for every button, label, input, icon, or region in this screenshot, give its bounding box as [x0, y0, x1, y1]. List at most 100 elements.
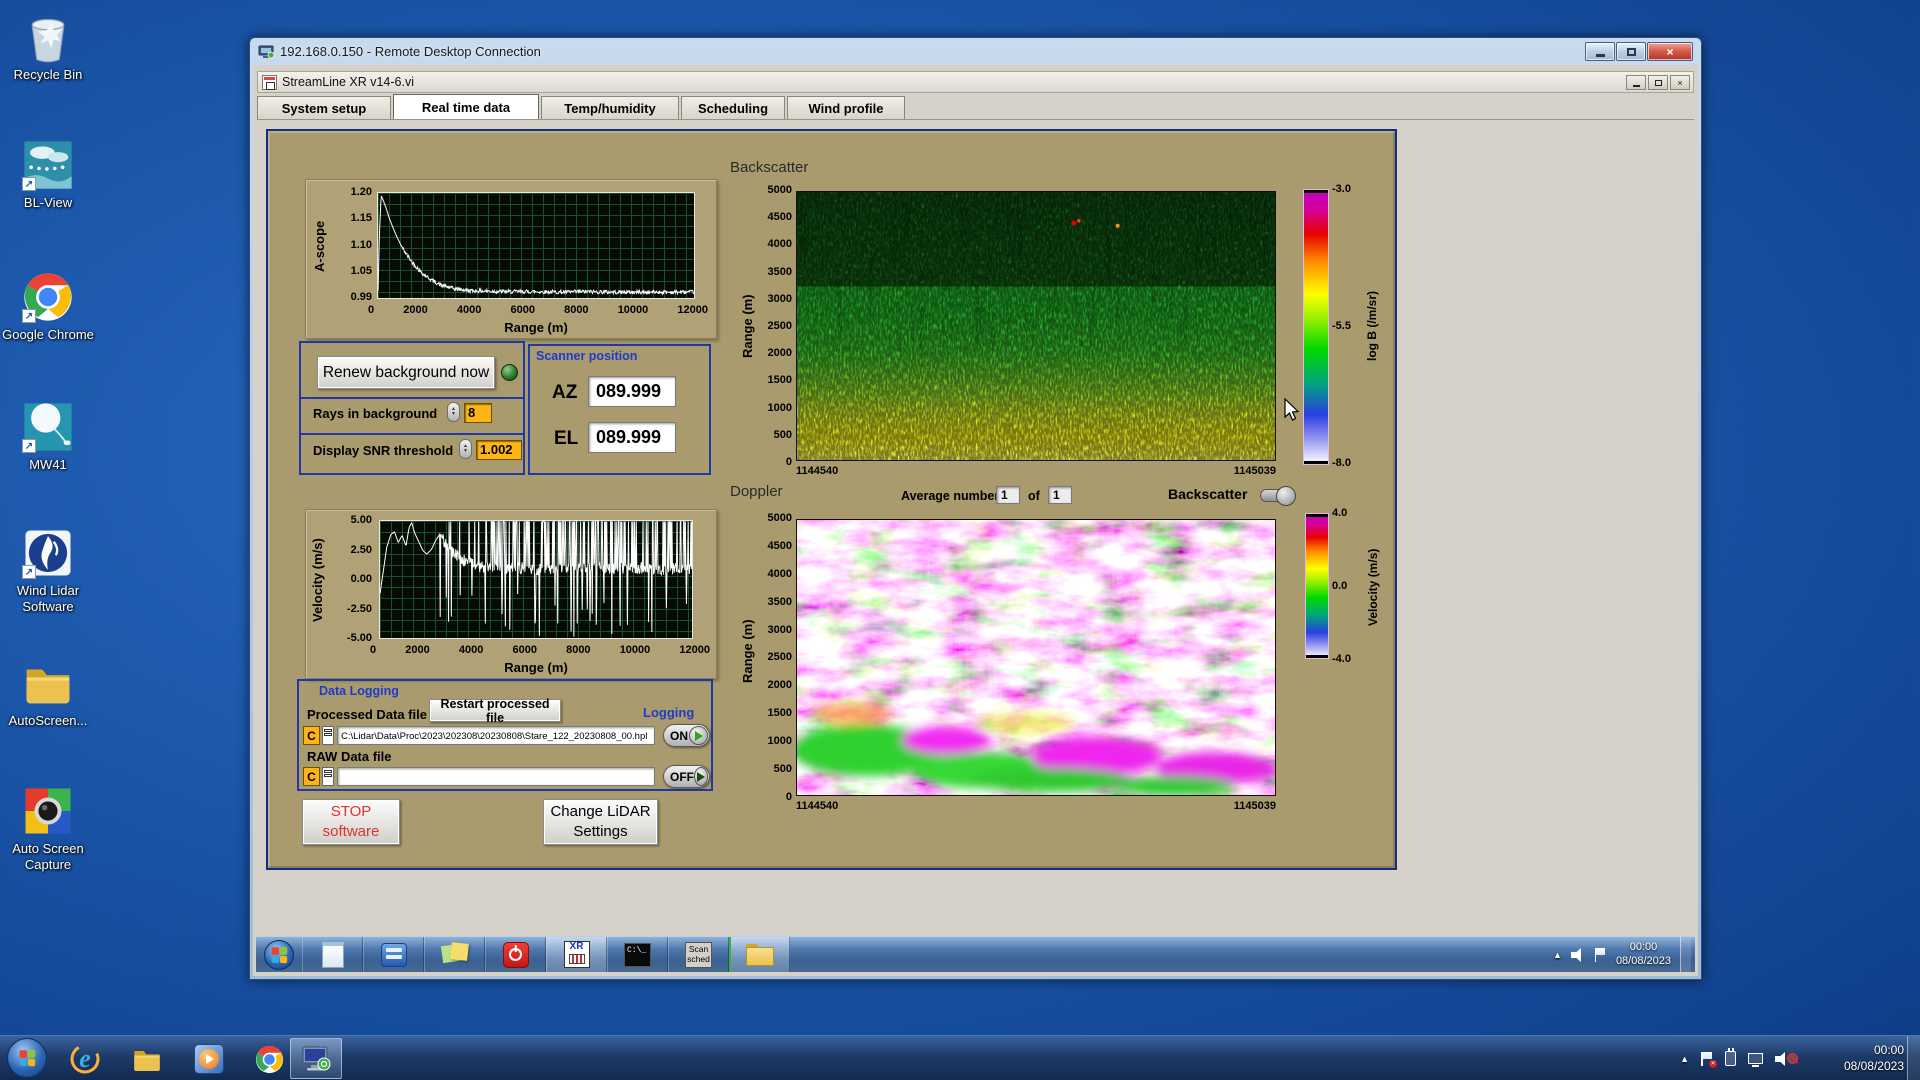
tab-scheduling[interactable]: Scheduling [681, 96, 785, 119]
rdc-maximize-button[interactable] [1616, 42, 1646, 61]
taskbar-item-chrome[interactable] [252, 1042, 286, 1076]
backscatter-section-title: Backscatter [730, 159, 809, 176]
network-icon[interactable] [1748, 1053, 1763, 1067]
tick-label: -8.0 [1332, 457, 1351, 469]
host-show-desktop-button[interactable] [1907, 1036, 1920, 1080]
action-center-flag-icon[interactable]: ✕ [1701, 1051, 1717, 1068]
raw-drive-box[interactable]: C [303, 767, 320, 786]
desktop-icon-wind-lidar[interactable]: ↗ Wind Lidar Software [0, 526, 96, 614]
desktop-icon-bl-view[interactable]: ↗ BL-View [0, 138, 96, 211]
desktop-icon-google-chrome[interactable]: ↗ Google Chrome [0, 270, 96, 343]
processed-logging-on-switch[interactable]: ON [663, 724, 710, 747]
desktop-icon-autoscreen-folder[interactable]: AutoScreen... [0, 656, 96, 729]
taskbar-item-file-explorer[interactable] [130, 1042, 164, 1076]
tick-label: 4000 [767, 238, 792, 251]
rays-spinner[interactable]: ▲ ▼ [447, 402, 460, 422]
doppler-colorbar[interactable] [1305, 513, 1329, 659]
taskbar-item-media-player[interactable] [192, 1042, 226, 1076]
app-minimize-button[interactable] [1626, 75, 1646, 90]
az-label: AZ [552, 382, 578, 403]
desktop-icon-auto-screen-capture[interactable]: Auto Screen Capture [0, 784, 96, 872]
tray-expand-icon[interactable]: ▲ [1680, 1054, 1689, 1064]
browse-file-icon[interactable] [322, 767, 334, 786]
doppler-heatmap[interactable] [796, 519, 1276, 796]
host-clock[interactable]: 00:00 08/08/2023 [1844, 1042, 1904, 1074]
taskbar-item-sticky-notes[interactable] [424, 937, 485, 972]
backscatter-toggle[interactable] [1260, 486, 1296, 506]
battery-icon[interactable] [1725, 1048, 1736, 1066]
tab-system-setup[interactable]: System setup [257, 96, 391, 119]
az-value-field[interactable]: 089.999 [588, 376, 676, 407]
rdc-minimize-button[interactable] [1585, 42, 1615, 61]
desktop-icon-mw41[interactable]: ↗ MW41 [0, 400, 96, 473]
tab-temp-humidity[interactable]: Temp/humidity [541, 96, 679, 119]
velocity-y-ticks: 5.00 2.50 0.00 -2.50 -5.00 [330, 514, 372, 644]
a-scope-x-axis-title: Range (m) [504, 320, 568, 335]
background-led-indicator [501, 364, 518, 381]
backscatter-colorbar[interactable] [1303, 189, 1329, 465]
processed-path-field[interactable]: C:\Lidar\Data\Proc\2023\202308\20230808\… [337, 726, 655, 745]
show-desktop-button[interactable] [1680, 937, 1691, 972]
switch-knob [689, 726, 708, 745]
browse-file-icon[interactable] [322, 726, 334, 745]
stop-software-button[interactable]: STOP software [302, 799, 400, 845]
tick-label: 4000 [456, 304, 482, 316]
snr-value-field[interactable]: 1.002 [476, 440, 522, 460]
system-config-icon [380, 942, 407, 967]
taskbar-item-remote-desktop-active[interactable] [290, 1038, 342, 1079]
taskbar-item-scan-scheduler[interactable]: Scan sched [668, 937, 729, 972]
clock-date: 08/08/2023 [1615, 954, 1671, 967]
chrome-icon [255, 1045, 283, 1073]
host-start-button[interactable] [7, 1038, 47, 1078]
backscatter-heatmap[interactable] [796, 191, 1276, 461]
app-restore-button[interactable] [1648, 75, 1668, 90]
average-total-field[interactable]: 1 [1048, 486, 1072, 504]
doppler-colorbar-ticks: 4.0 0.0 -4.0 [1332, 507, 1368, 665]
el-value-field[interactable]: 089.999 [588, 422, 676, 453]
taskbar-item-command-prompt[interactable]: C:\_ [607, 937, 668, 972]
taskbar-item-system-config[interactable] [363, 937, 424, 972]
raw-path-field[interactable] [337, 767, 655, 786]
renew-background-button[interactable]: Renew background now [317, 356, 495, 389]
raw-logging-off-switch[interactable]: OFF [663, 765, 710, 788]
tab-wind-profile[interactable]: Wind profile [787, 96, 905, 119]
chrome-icon: ↗ [21, 270, 75, 324]
snr-spinner[interactable]: ▲ ▼ [459, 439, 472, 459]
tab-real-time-data[interactable]: Real time data [393, 94, 539, 119]
a-scope-y-axis-title: A-scope [312, 220, 327, 272]
speaker-icon[interactable] [1570, 947, 1586, 962]
rdc-title-bar[interactable]: 192.168.0.150 - Remote Desktop Connectio… [250, 38, 1701, 65]
velocity-plot[interactable] [379, 520, 693, 639]
taskbar-item-notepad[interactable] [302, 937, 363, 972]
a-scope-plot[interactable] [377, 192, 695, 299]
desktop-icon-label: Auto Screen Capture [12, 841, 84, 872]
taskbar-item-internet-explorer[interactable]: e [68, 1042, 102, 1076]
taskbar-item-stop-vi[interactable] [485, 937, 546, 972]
app-title-bar[interactable]: StreamLine XR v14-6.vi × [257, 71, 1694, 93]
tick-label: 8000 [566, 644, 591, 656]
action-center-flag-icon[interactable] [1594, 947, 1607, 962]
restart-processed-file-button[interactable]: Restart processed file [429, 697, 561, 725]
mw41-icon: ↗ [21, 400, 75, 454]
average-number-field[interactable]: 1 [996, 486, 1020, 504]
rdc-close-button[interactable]: × [1647, 42, 1693, 61]
tick-label: 1.20 [350, 186, 372, 198]
app-close-button[interactable]: × [1670, 75, 1690, 90]
remote-desktop-icon [302, 1046, 331, 1070]
snr-threshold-label: Display SNR threshold [313, 443, 454, 458]
tick-label: 5.00 [350, 514, 372, 526]
remote-start-button[interactable] [256, 937, 302, 972]
change-lidar-settings-button[interactable]: Change LiDAR Settings [543, 799, 658, 845]
on-label: ON [670, 728, 688, 743]
tick-label: 1144540 [796, 465, 839, 477]
taskbar-item-folder[interactable] [729, 937, 790, 972]
svg-text:e: e [79, 1044, 91, 1073]
doppler-y-ticks: 5000 4500 4000 3500 3000 2500 2000 1500 1000 500 0 [754, 512, 792, 803]
processed-drive-box[interactable]: C [303, 726, 320, 745]
tray-expand-icon[interactable]: ▲ [1553, 950, 1562, 960]
rays-value-field[interactable]: 8 [464, 403, 492, 423]
desktop-icon-recycle-bin[interactable]: Recycle Bin [0, 10, 96, 83]
taskbar-item-labview-xr[interactable]: XR [546, 937, 607, 972]
muted-speaker-icon[interactable] [1775, 1051, 1798, 1066]
remote-clock[interactable]: 00:00 08/08/2023 [1616, 941, 1671, 969]
